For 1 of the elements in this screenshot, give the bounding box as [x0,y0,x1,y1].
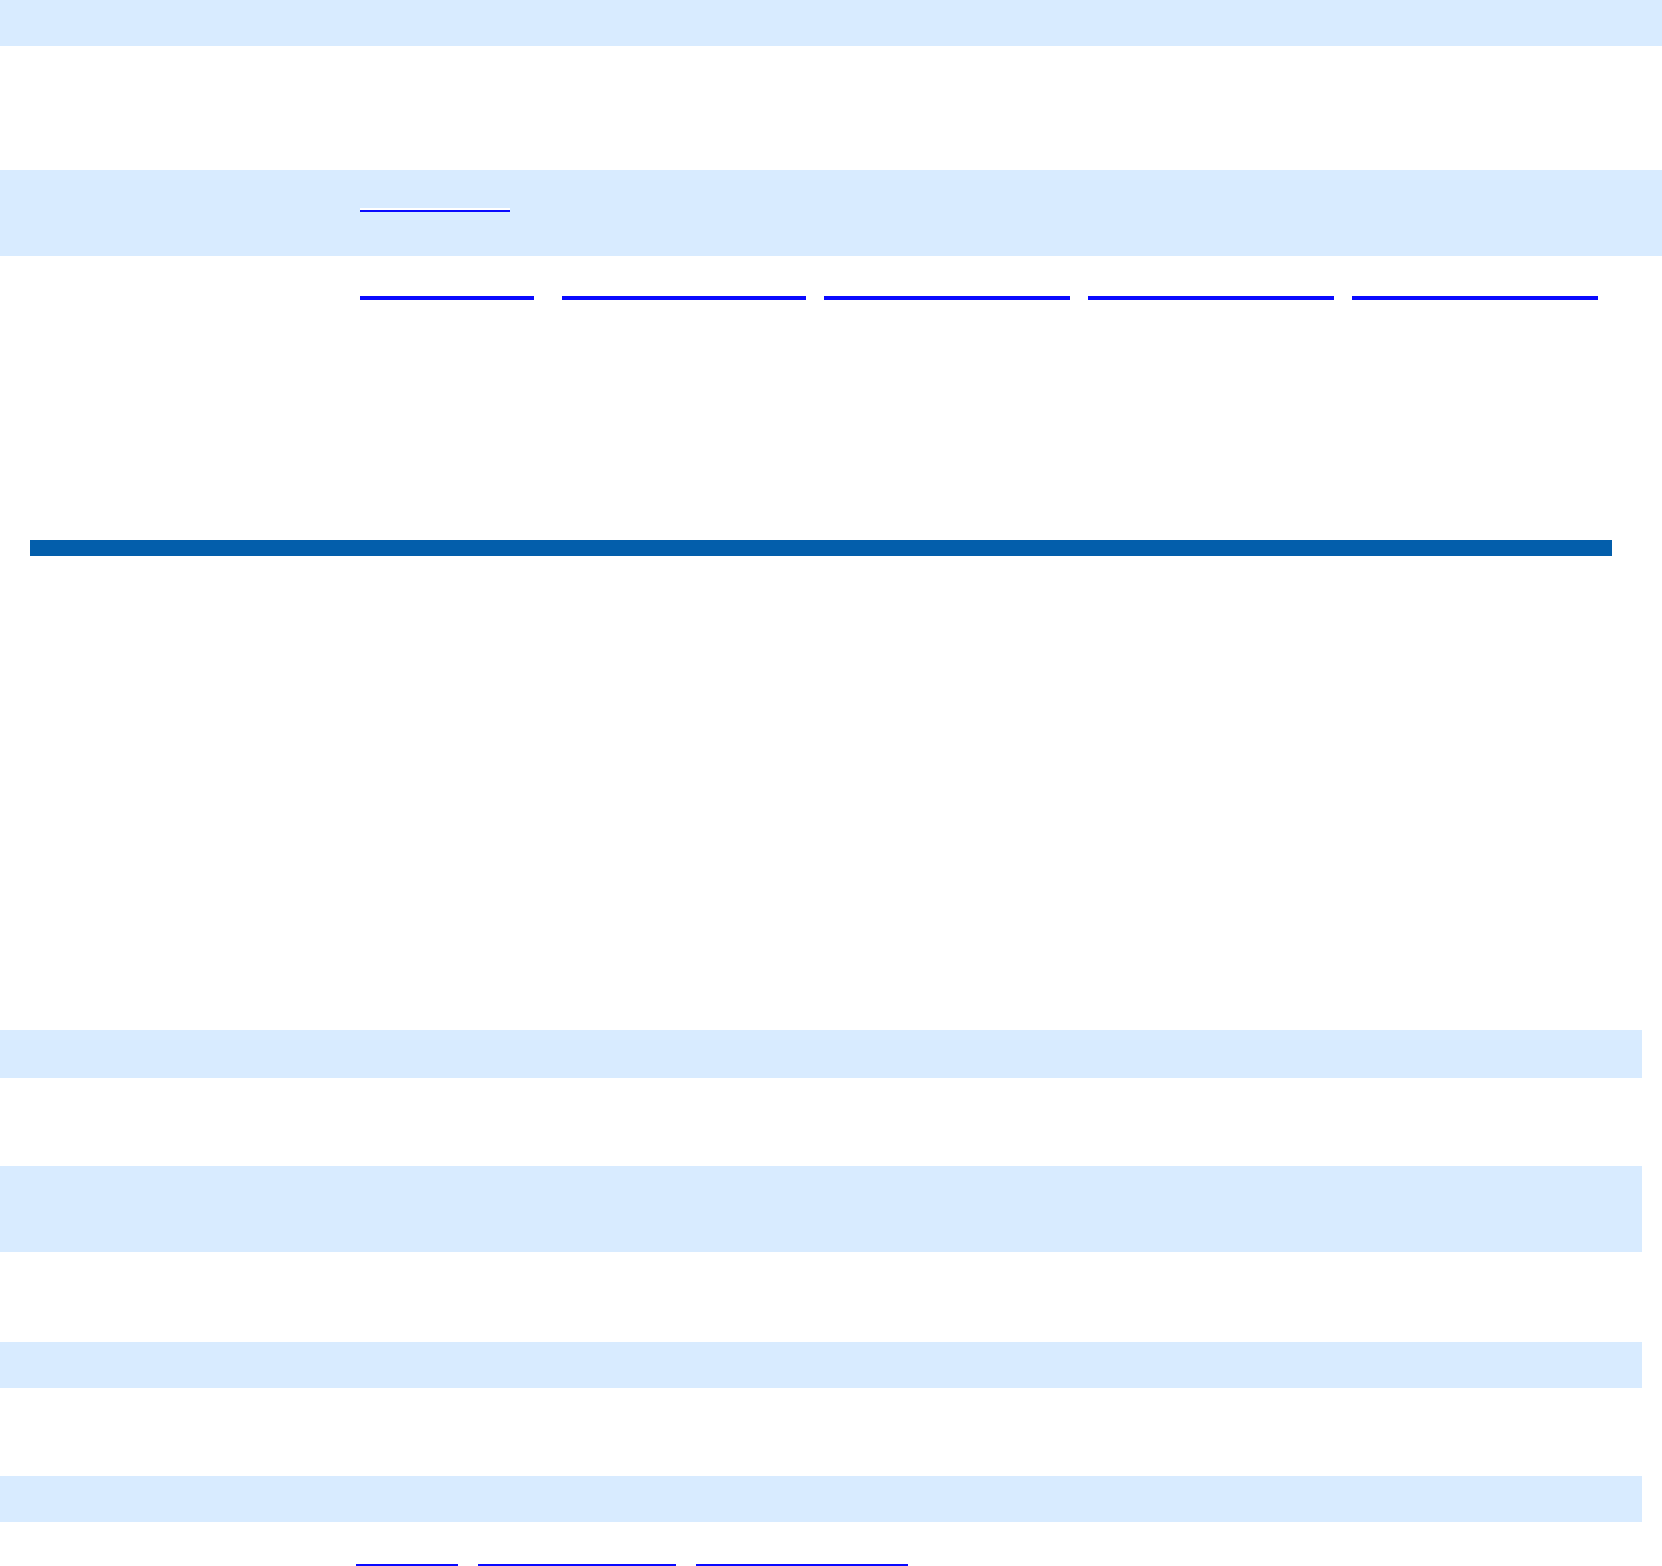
link-underline[interactable] [360,208,510,212]
